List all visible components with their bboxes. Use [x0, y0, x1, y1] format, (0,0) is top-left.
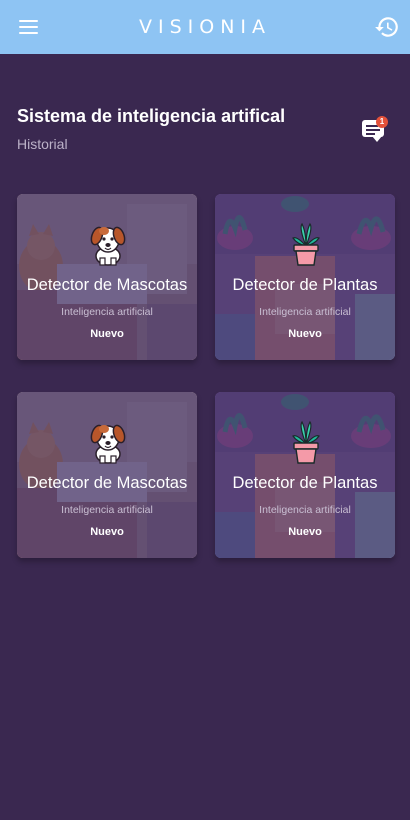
- notification-badge: 1: [376, 116, 388, 128]
- card-subtitle: Inteligencia artificial: [61, 306, 153, 318]
- card-subtitle: Inteligencia artificial: [61, 504, 153, 516]
- chat-notification-button[interactable]: 1: [362, 116, 390, 144]
- card-plant-detector[interactable]: Detector de Plantas Inteligencia artific…: [215, 194, 395, 360]
- history-button[interactable]: [374, 14, 400, 40]
- app-title: VISIONIA: [138, 16, 272, 38]
- history-icon: [375, 17, 398, 37]
- chat-line: [366, 129, 380, 131]
- card-plant-detector[interactable]: Detector de Plantas Inteligencia artific…: [215, 392, 395, 558]
- dog-icon: [90, 424, 126, 464]
- hamburger-menu-icon-line: [19, 25, 38, 29]
- chat-line: [366, 133, 375, 135]
- card-badge: Nuevo: [90, 526, 124, 538]
- card-subtitle: Inteligencia artificial: [259, 504, 351, 516]
- card-content: Detector de Mascotas Inteligencia artifi…: [17, 392, 197, 558]
- card-title: Detector de Plantas: [232, 474, 378, 492]
- card-content: Detector de Mascotas Inteligencia artifi…: [17, 194, 197, 360]
- card-title: Detector de Mascotas: [26, 474, 188, 492]
- potted-plant-icon: [292, 222, 320, 266]
- potted-plant-icon: [292, 420, 320, 464]
- card-badge: Nuevo: [288, 526, 322, 538]
- card-pet-detector[interactable]: Detector de Mascotas Inteligencia artifi…: [17, 194, 197, 360]
- section-title: Sistema de inteligencia artifical: [17, 106, 286, 126]
- card-content: Detector de Plantas Inteligencia artific…: [215, 194, 395, 360]
- menu-button[interactable]: [14, 14, 44, 40]
- card-badge: Nuevo: [90, 328, 124, 340]
- card-content: Detector de Plantas Inteligencia artific…: [215, 392, 395, 558]
- history-link[interactable]: Historial: [17, 136, 68, 152]
- dog-icon: [90, 226, 126, 266]
- card-title: Detector de Mascotas: [26, 276, 188, 294]
- hamburger-menu-icon: [19, 19, 38, 22]
- card-subtitle: Inteligencia artificial: [259, 306, 351, 318]
- hamburger-menu-icon-line: [19, 32, 38, 35]
- card-title: Detector de Plantas: [232, 276, 378, 294]
- card-badge: Nuevo: [288, 328, 322, 340]
- app-bar: VISIONIA: [0, 0, 410, 54]
- card-pet-detector[interactable]: Detector de Mascotas Inteligencia artifi…: [17, 392, 197, 558]
